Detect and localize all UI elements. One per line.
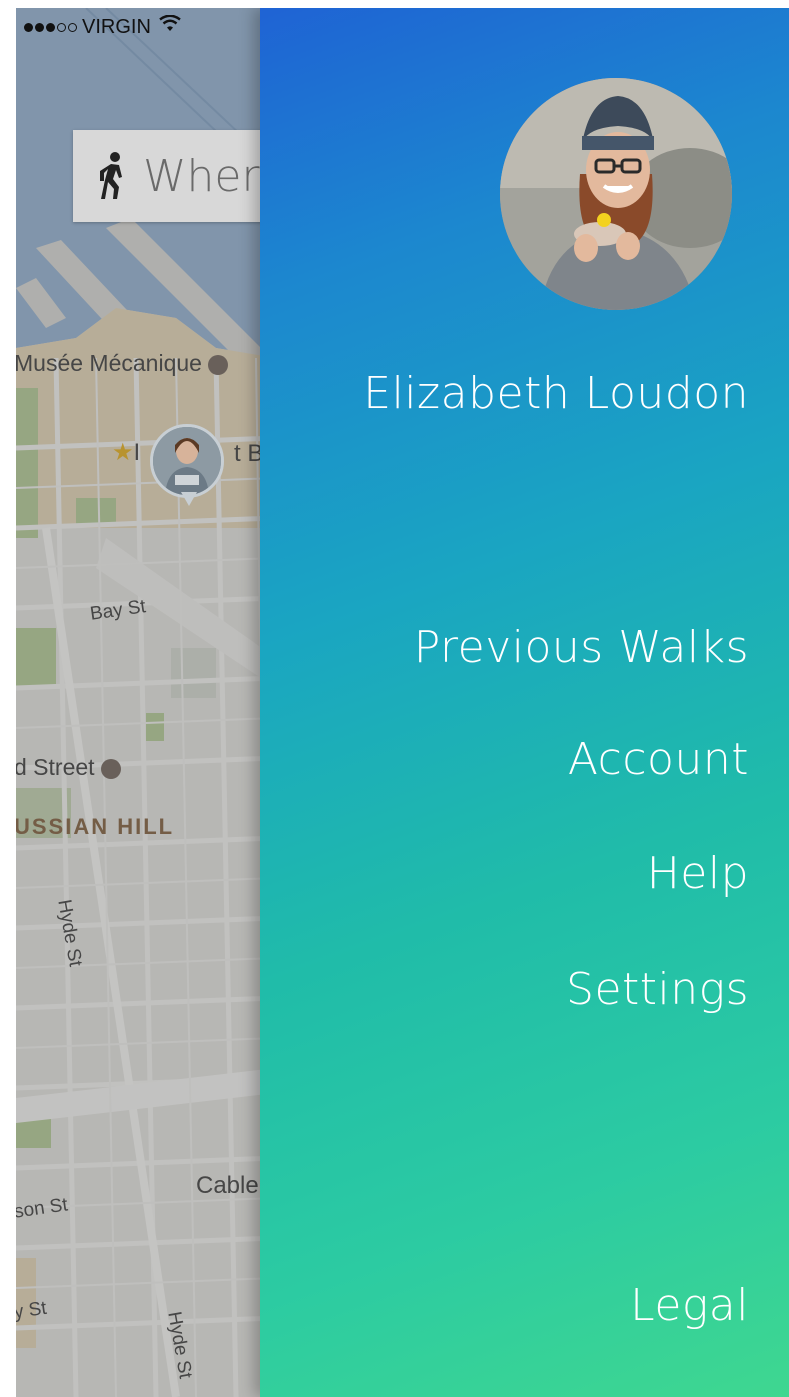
- app-screen: Musée Mécanique ★I t B Bay St d Street U…: [16, 8, 789, 1397]
- map-label-neighborhood: USSIAN HILL: [16, 814, 175, 839]
- carrier-name: VIRGIN: [82, 15, 151, 38]
- map-label-street-text: d Street: [16, 754, 95, 780]
- side-menu-drawer: Elizabeth Loudon Previous Walks Account …: [260, 8, 789, 1397]
- signal-strength-icon: [24, 22, 77, 32]
- status-bar: VIRGIN: [24, 12, 181, 42]
- star-icon: ★: [112, 439, 134, 466]
- map-label-cable: Cable: [196, 1172, 259, 1199]
- map-label-poi-end: t B: [234, 440, 264, 467]
- profile-photo-icon: [500, 78, 732, 310]
- pin-avatar: [150, 424, 224, 498]
- user-name: Elizabeth Loudon: [363, 368, 749, 419]
- map-label-poi-start: I: [133, 439, 141, 466]
- signal-dot-empty: [68, 22, 77, 32]
- user-location-pin[interactable]: [150, 424, 228, 514]
- map-label-museum-text: Musée Mécanique: [16, 350, 202, 376]
- museum-icon: [208, 354, 229, 375]
- menu-item-account[interactable]: Account: [568, 734, 749, 785]
- signal-dot-empty: [57, 22, 66, 32]
- map-label-street: d Street: [16, 754, 121, 781]
- menu-item-previous-walks[interactable]: Previous Walks: [414, 622, 749, 673]
- signal-dot: [24, 22, 33, 32]
- map-label-museum: Musée Mécanique: [16, 350, 229, 377]
- walking-person-icon: [100, 152, 122, 199]
- map-label-y-st: y St: [16, 1297, 48, 1324]
- menu-item-settings[interactable]: Settings: [566, 964, 749, 1015]
- pin-tip: [181, 492, 197, 506]
- profile-avatar[interactable]: [500, 78, 732, 310]
- pin-avatar-icon: [153, 427, 221, 495]
- menu-item-help[interactable]: Help: [647, 848, 749, 899]
- menu-item-legal[interactable]: Legal: [630, 1280, 749, 1331]
- signal-dot: [46, 22, 55, 32]
- signal-dot: [35, 22, 44, 32]
- museum-icon: [100, 758, 121, 779]
- wifi-icon: [159, 14, 181, 39]
- map-label-poi: ★I: [112, 438, 140, 467]
